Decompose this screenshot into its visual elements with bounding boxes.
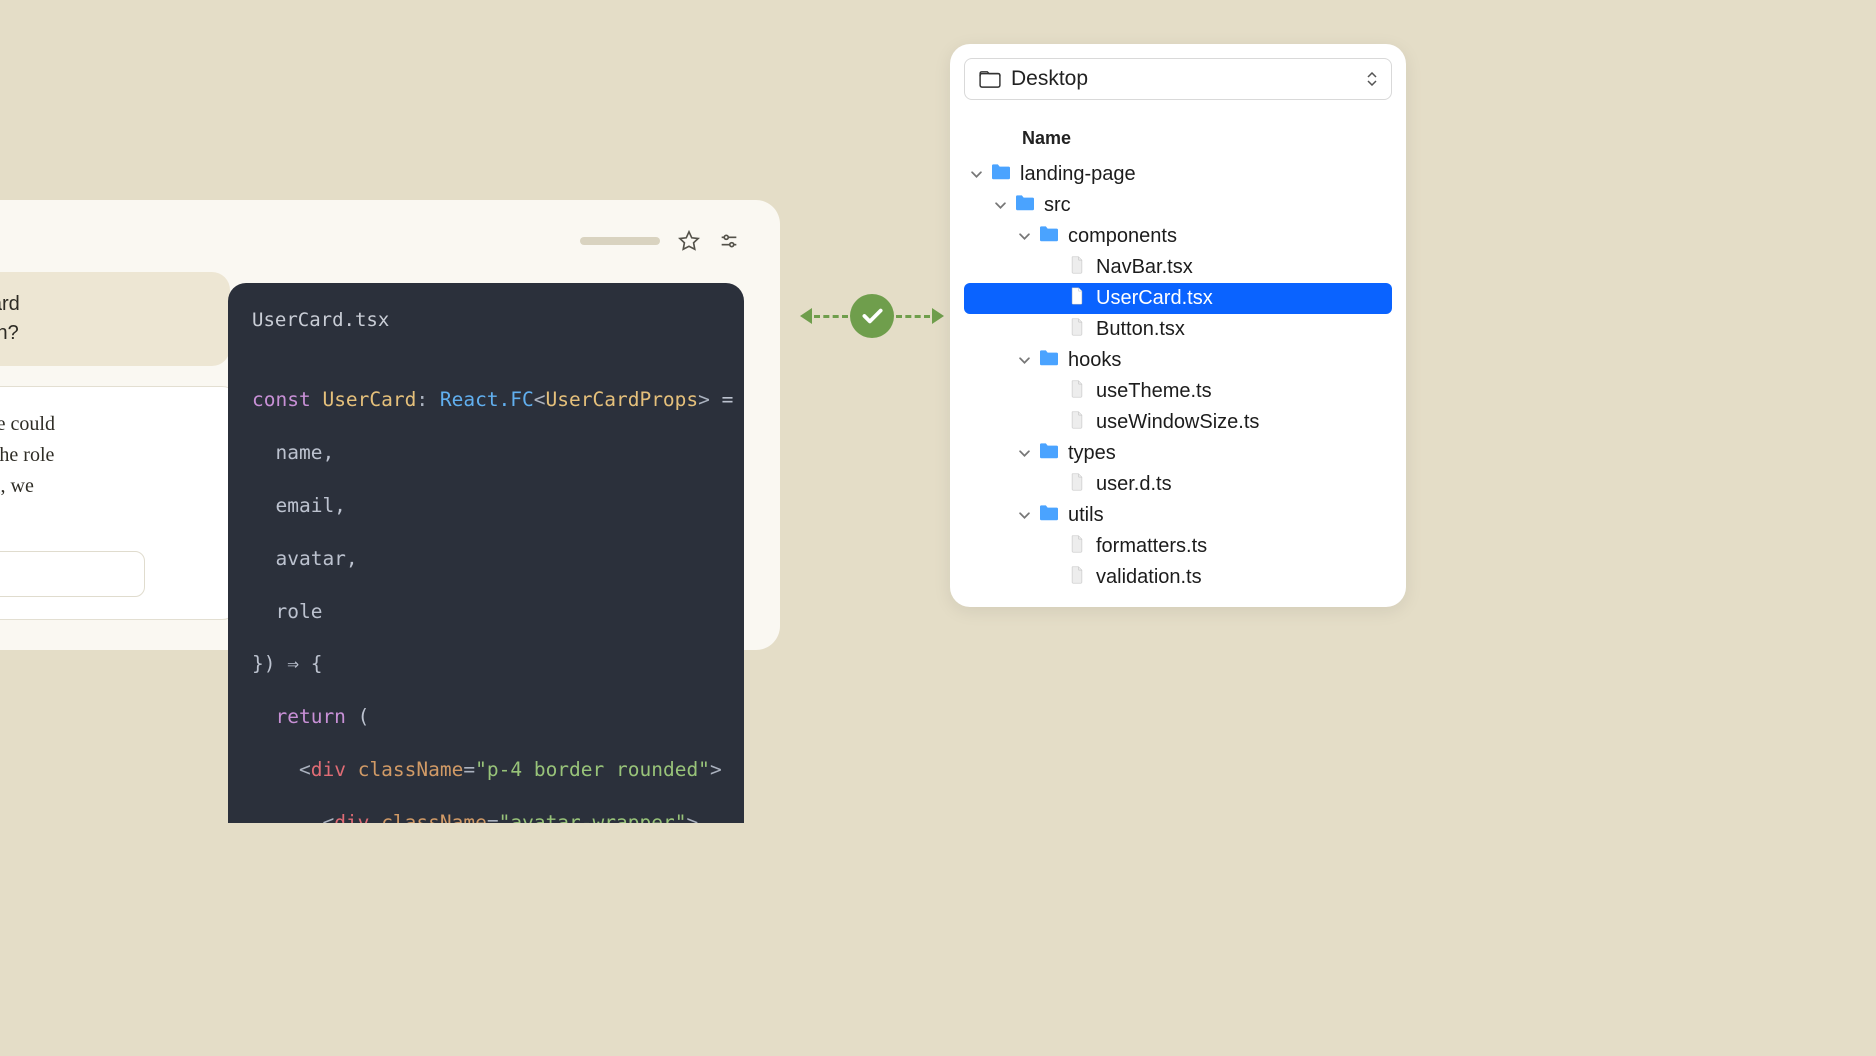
chevron-down-icon[interactable]	[970, 169, 982, 180]
file-row[interactable]: useWindowSize.ts	[964, 407, 1392, 438]
tree-item-label: useWindowSize.ts	[1096, 411, 1259, 434]
arrow-right-icon	[932, 308, 944, 324]
folder-row[interactable]: utils	[964, 500, 1392, 531]
tree-item-label: useTheme.ts	[1096, 380, 1212, 403]
code-panel: UserCard.tsx const UserCard: React.FC<Us…	[228, 283, 744, 823]
file-tree: landing-page src components NavBar.tsx UserC…	[964, 159, 1392, 593]
chevron-down-icon[interactable]	[1018, 231, 1030, 242]
star-icon[interactable]	[678, 230, 700, 252]
tree-item-label: components	[1068, 225, 1177, 248]
user-message: w my UserCard nplementation?	[0, 272, 230, 366]
code-suggestion-box	[0, 551, 145, 597]
file-icon	[1066, 535, 1088, 559]
folder-row[interactable]: landing-page	[964, 159, 1392, 190]
folder-icon	[979, 70, 1001, 88]
file-icon	[1066, 287, 1088, 311]
settings-icon[interactable]	[718, 230, 740, 252]
file-row[interactable]: UserCard.tsx	[964, 283, 1392, 314]
folder-row[interactable]: types	[964, 438, 1392, 469]
file-icon	[1066, 411, 1088, 435]
chat-header	[0, 230, 740, 272]
tree-item-label: landing-page	[1020, 163, 1136, 186]
tree-item-label: UserCard.tsx	[1096, 287, 1213, 310]
file-row[interactable]: useTheme.ts	[964, 376, 1392, 407]
file-row[interactable]: Button.tsx	[964, 314, 1392, 345]
assistant-message: ks solid but we could efinitions for the…	[0, 386, 240, 620]
tree-item-label: validation.ts	[1096, 566, 1202, 589]
tree-item-label: src	[1044, 194, 1071, 217]
arrow-left-icon	[800, 308, 812, 324]
tree-item-label: utils	[1068, 504, 1104, 527]
file-row[interactable]: NavBar.tsx	[964, 252, 1392, 283]
column-header-name[interactable]: Name	[964, 100, 1392, 159]
folder-row[interactable]: src	[964, 190, 1392, 221]
chevron-down-icon[interactable]	[1018, 355, 1030, 366]
tree-item-label: formatters.ts	[1096, 535, 1207, 558]
drag-handle	[580, 237, 660, 245]
file-icon	[1066, 566, 1088, 590]
chevron-down-icon[interactable]	[1018, 448, 1030, 459]
chevron-down-icon[interactable]	[1018, 510, 1030, 521]
code-filename: UserCard.tsx	[228, 309, 744, 361]
file-icon	[1066, 256, 1088, 280]
tree-item-label: Button.tsx	[1096, 318, 1185, 341]
folder-row[interactable]: components	[964, 221, 1392, 252]
file-row[interactable]: user.d.ts	[964, 469, 1392, 500]
folder-icon	[1038, 442, 1060, 466]
folder-row[interactable]: hooks	[964, 345, 1392, 376]
folder-icon	[990, 163, 1012, 187]
tree-item-label: hooks	[1068, 349, 1121, 372]
location-label: Desktop	[1011, 67, 1088, 91]
file-icon	[1066, 473, 1088, 497]
chevron-down-icon[interactable]	[994, 200, 1006, 211]
tree-item-label: NavBar.tsx	[1096, 256, 1193, 279]
assistant-text: ks solid but we could efinitions for the…	[0, 413, 55, 528]
file-icon	[1066, 380, 1088, 404]
file-browser: Desktop Name landing-page src components Na…	[950, 44, 1406, 607]
check-icon	[850, 294, 894, 338]
file-row[interactable]: validation.ts	[964, 562, 1392, 593]
code-body: const UserCard: React.FC<UserCardProps> …	[228, 361, 744, 823]
sync-indicator	[800, 294, 944, 338]
folder-icon	[1038, 225, 1060, 249]
file-row[interactable]: formatters.ts	[964, 531, 1392, 562]
tree-item-label: types	[1068, 442, 1116, 465]
folder-icon	[1014, 194, 1036, 218]
file-icon	[1066, 318, 1088, 342]
tree-item-label: user.d.ts	[1096, 473, 1172, 496]
folder-icon	[1038, 504, 1060, 528]
chevron-updown-icon	[1367, 72, 1377, 86]
location-selector[interactable]: Desktop	[964, 58, 1392, 100]
folder-icon	[1038, 349, 1060, 373]
